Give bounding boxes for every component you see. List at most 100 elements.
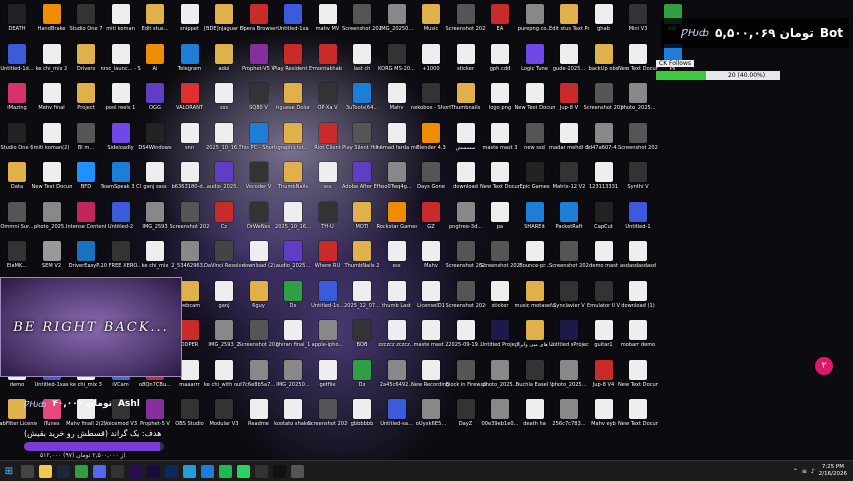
desktop-icon[interactable]: Days Gone (416, 162, 446, 190)
desktop-icon[interactable]: audio_2025... (276, 241, 310, 269)
desktop-icon[interactable]: Drivers (71, 43, 101, 72)
desktop-icon[interactable]: snn (175, 122, 205, 151)
desktop-icon[interactable]: Screenshot 2026-01-... (446, 241, 486, 269)
desktop-icon[interactable]: photo_2025... (551, 359, 587, 388)
desktop-icon[interactable]: Riot Client (313, 122, 343, 151)
desktop-icon[interactable]: oo0Twq4g... (381, 162, 412, 190)
desktop-icon[interactable]: Studio One 6 (0, 122, 34, 151)
desktop-icon[interactable]: sss (209, 83, 239, 111)
desktop-icon[interactable]: Dx (278, 280, 308, 309)
desktop-icon[interactable]: OP-Xa V (313, 83, 343, 111)
desktop-icon[interactable]: Jup-8 V (554, 83, 584, 111)
desktop-icon[interactable]: Modular V3 (209, 399, 239, 427)
desktop-icon[interactable]: logo png (485, 83, 515, 111)
wifi-icon[interactable]: ≡ (802, 468, 807, 475)
desktop-icon[interactable]: Dx (347, 359, 377, 388)
desktop-icon[interactable]: Synclavier V (553, 280, 585, 309)
desktop-icon[interactable]: Screenshot 2025-09-... (446, 4, 486, 32)
desktop-icon[interactable]: IMG_20250... (276, 359, 310, 388)
desktop-icon[interactable]: DrWeNss (244, 201, 274, 230)
desktop-icon[interactable]: سسسش (451, 122, 481, 151)
desktop-icon[interactable]: New Text Document (515, 83, 555, 111)
desktop-icon[interactable]: ghiran final_1 (276, 320, 310, 348)
desktop-icon[interactable]: +1000 (416, 43, 446, 72)
desktop-icon[interactable]: Block in Firewall (446, 359, 486, 388)
chrome-icon[interactable] (74, 464, 88, 478)
desktop-icon[interactable]: Telegram (175, 43, 205, 72)
desktop-icon[interactable]: Screenshot 2026-01-... (446, 280, 486, 309)
desktop-icon[interactable]: Readme (244, 399, 274, 427)
desktop-icon[interactable]: BFD (71, 162, 101, 190)
desktop-icon[interactable]: download (451, 162, 481, 190)
desktop-icon[interactable]: zzczcz zczcz... (378, 320, 415, 348)
desktop-icon[interactable]: New Text Document (618, 43, 658, 72)
desktop-icon[interactable]: New Text Docume... (618, 359, 658, 388)
desktop-icon[interactable]: 2_53462963... (171, 241, 208, 269)
desktop-icon[interactable]: Thumbnails (451, 83, 481, 111)
desktop-icon[interactable]: death ha (520, 399, 550, 427)
studio-one-icon[interactable] (254, 464, 268, 478)
desktop-icon[interactable]: ke chi_mix 2 (36, 43, 67, 72)
desktop-icon[interactable]: Rockstar Games... (377, 201, 417, 230)
desktop-icon[interactable]: Bl m... (71, 122, 101, 151)
desktop-icon[interactable]: Mahv eyb (589, 399, 619, 427)
discord-icon[interactable] (92, 464, 106, 478)
whatsapp-icon[interactable] (236, 464, 250, 478)
desktop-icon[interactable]: VALORANT (175, 83, 205, 111)
desktop-icon[interactable]: demo mast (589, 241, 619, 269)
desktop-icon[interactable]: MOTI (347, 201, 377, 230)
desktop-icon[interactable]: Emulator II V (587, 280, 620, 309)
desktop-icon[interactable]: Play Silent Hill f (342, 122, 382, 151)
desktop-icon[interactable]: backUp obs (589, 43, 619, 72)
desktop-icon[interactable]: pool reels 1 (106, 83, 136, 111)
desktop-icon[interactable]: adoi (209, 43, 239, 72)
desktop-icon[interactable]: DayZ (451, 399, 481, 427)
obs-icon[interactable] (110, 464, 124, 478)
desktop-icon[interactable]: photo_2025... (620, 83, 656, 111)
desktop-icon[interactable]: Cz (209, 201, 239, 230)
premiere-icon[interactable] (128, 464, 142, 478)
desktop-icon[interactable]: pa (485, 201, 515, 230)
desktop-icon[interactable]: GZ (416, 201, 446, 230)
desktop-icon[interactable]: photo_2025... (482, 359, 518, 388)
desktop-icon[interactable]: gph.cdd (485, 43, 515, 72)
desktop-icon[interactable]: Mini V3 (623, 4, 653, 32)
desktop-icon[interactable]: Untitled Project (480, 320, 520, 348)
desktop-icon[interactable]: oUyxk6E5... (416, 399, 446, 427)
clock[interactable]: 7:25 PM 2/16/2026 (819, 464, 847, 478)
desktop-icon[interactable]: getfile (313, 359, 343, 388)
desktop-icon[interactable]: maste mast 3 (482, 122, 518, 151)
desktop-icon[interactable]: OGG (140, 83, 170, 111)
desktop-icon[interactable]: New Text Docume... (618, 399, 658, 427)
desktop-icon[interactable]: Where RU (313, 241, 343, 269)
desktop-icon[interactable]: ganj ssss (140, 162, 170, 190)
desktop-icon[interactable]: nemad farda metal back (377, 122, 417, 151)
start-button[interactable]: ⊞ (0, 461, 18, 481)
desktop-icon[interactable]: madar mehdi doosti khar... (549, 122, 589, 151)
desktop-icon[interactable]: ElaMK... (2, 241, 32, 269)
desktop-icon[interactable]: 3uTools(64... (346, 83, 378, 111)
desktop-icon[interactable]: SQ80 V (244, 83, 274, 111)
desktop-icon[interactable]: mahv MV (313, 4, 343, 32)
desktop-icon[interactable]: TeamSpeak 3 Client (101, 162, 141, 190)
desktop-icon[interactable]: Untitled-1xa (277, 4, 309, 32)
desktop-icon[interactable]: audio_2025... (207, 162, 241, 190)
desktop-icon[interactable]: sss (313, 162, 343, 190)
steam-icon[interactable] (56, 464, 70, 478)
edge-icon[interactable] (200, 464, 214, 478)
telegram-icon[interactable] (182, 464, 196, 478)
desktop-icon[interactable]: Screenshot 2025-11-... (618, 122, 658, 151)
desktop-icon[interactable]: Edit stus Text Presets (549, 4, 589, 32)
desktop-icon[interactable]: Screenshot 2026-01-... (170, 201, 210, 230)
spotify-icon[interactable] (218, 464, 232, 478)
desktop-icon[interactable]: 6guy (244, 280, 274, 309)
desktop-icon[interactable]: Blender 4.3 (416, 122, 446, 151)
desktop-icon[interactable]: SHAREit (520, 201, 550, 230)
desktop-icon[interactable]: IMG_20250... (380, 4, 413, 32)
desktop-icon[interactable]: nekobox - Shortcut (411, 83, 451, 111)
desktop-icon[interactable]: gude-2025... (553, 43, 585, 72)
desktop-icon[interactable]: Untitled sProject (549, 320, 589, 348)
after-effects-icon[interactable] (146, 464, 160, 478)
desktop-icon[interactable]: 2025_10_16... (206, 122, 242, 151)
settings-icon[interactable] (290, 464, 304, 478)
